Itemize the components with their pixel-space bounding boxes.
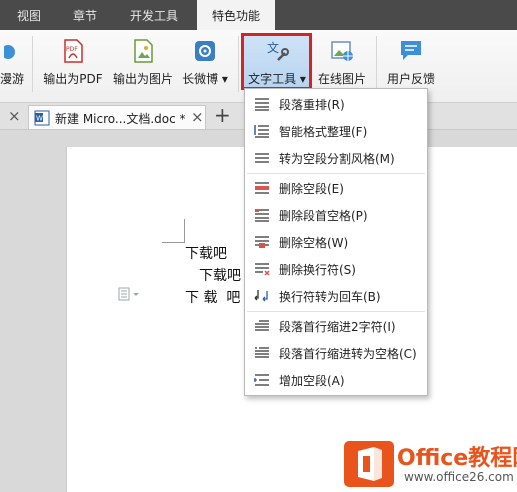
watermark-url: www.office26.com: [404, 470, 514, 484]
split-style-icon: [255, 153, 269, 163]
document-line: 下载吧: [185, 246, 227, 262]
office-logo-icon: [344, 441, 394, 487]
tab-view[interactable]: 视图: [6, 0, 52, 30]
menu-item-add-empty-paragraph[interactable]: 增加空段(A): [245, 367, 427, 393]
ribbon-divider: [32, 36, 33, 92]
office-logo-glyph-icon: [358, 447, 382, 481]
document-tab[interactable]: W 新建 Micro...文档.doc * ×: [28, 105, 206, 129]
long-weibo-button[interactable]: 长微博 ▾: [178, 34, 232, 94]
menu-item-indent-to-spaces[interactable]: 段落首行缩进转为空格(C): [245, 340, 427, 366]
menu-item-delete-leading-spaces[interactable]: 删除段首空格(P): [245, 202, 427, 228]
menu-item-label: 增加空段(A): [279, 374, 345, 388]
document-tab-title: 新建 Micro...文档.doc *: [55, 112, 186, 126]
feedback-icon: [401, 41, 421, 60]
new-tab-button[interactable]: +: [214, 103, 231, 127]
menu-item-label: 段落重排(R): [279, 98, 345, 112]
smart-format-icon: [254, 125, 269, 138]
online-image-icon: [331, 41, 353, 61]
document-line: 下载吧: [199, 268, 241, 284]
delete-space-icon: [255, 236, 269, 248]
ribbon-divider: [238, 36, 239, 92]
menu-item-empty-paragraph-style[interactable]: 转为空段分割风格(M): [245, 145, 427, 171]
menu-item-paragraph-rearrange[interactable]: 段落重排(R): [245, 91, 427, 117]
menu-separator: [247, 311, 425, 312]
menu-item-label: 段落首行缩进2字符(I): [279, 320, 396, 334]
menu-item-delete-spaces[interactable]: 删除空格(W): [245, 229, 427, 255]
roaming-button[interactable]: 漫游: [0, 34, 26, 94]
svg-text:PDF: PDF: [66, 46, 78, 53]
tab-special-features[interactable]: 特色功能: [197, 0, 275, 30]
menu-item-label: 删除空格(W): [279, 236, 349, 250]
online-image-label: 在线图片: [317, 72, 366, 86]
export-image-button[interactable]: 输出为图片: [110, 34, 176, 94]
close-tab-button[interactable]: ×: [8, 107, 21, 125]
linebreak-to-return-icon: [254, 290, 268, 302]
menu-item-smart-format[interactable]: 智能格式整理(F): [245, 118, 427, 144]
delete-line-break-icon: [255, 263, 270, 276]
menu-item-first-line-indent[interactable]: 段落首行缩进2字符(I): [245, 313, 427, 339]
user-feedback-button[interactable]: 用户反馈: [380, 34, 442, 94]
tab-developer-tools[interactable]: 开发工具: [118, 0, 190, 30]
margin-corner-marker: [162, 242, 185, 243]
paragraph-handle-icon[interactable]: [118, 287, 144, 301]
svg-text:W: W: [36, 115, 43, 123]
ribbon-divider: [376, 36, 377, 92]
menu-item-label: 转为空段分割风格(M): [279, 152, 395, 166]
highlight-annotation-box: [241, 33, 312, 90]
paragraph-rearrange-icon: [255, 98, 269, 111]
menu-item-label: 智能格式整理(F): [279, 125, 368, 139]
word-document-icon: W: [34, 110, 50, 126]
margin-corner-marker: [184, 219, 185, 243]
delete-empty-paragraph-icon: [255, 182, 269, 194]
document-line: 下 载 吧: [185, 290, 241, 306]
menu-item-label: 删除空段(E): [279, 182, 344, 196]
weibo-icon: [195, 41, 215, 61]
roaming-label: 漫游: [0, 72, 25, 86]
menu-item-linebreak-to-return[interactable]: 换行符转为回车(B): [245, 283, 427, 309]
user-feedback-label: 用户反馈: [386, 72, 435, 86]
pdf-icon: PDF: [64, 39, 83, 63]
menu-tab-bar: 视图 章节 开发工具 特色功能: [0, 0, 517, 30]
export-pdf-button[interactable]: PDF 输出为PDF: [40, 34, 106, 94]
image-export-icon: [134, 39, 153, 63]
menu-item-label: 删除换行符(S): [279, 263, 356, 277]
first-line-indent-icon: [255, 320, 269, 331]
text-tools-dropdown-menu: 段落重排(R) 智能格式整理(F) 转为空段分割风格(M) 删除空段(E) 删除…: [244, 88, 428, 396]
delete-leading-space-icon: [255, 209, 269, 222]
menu-item-label: 段落首行缩进转为空格(C): [279, 347, 417, 361]
menu-item-label: 换行符转为回车(B): [279, 290, 381, 304]
menu-item-delete-line-breaks[interactable]: 删除换行符(S): [245, 256, 427, 282]
export-pdf-label: 输出为PDF: [43, 72, 103, 86]
menu-item-delete-empty-paragraph[interactable]: 删除空段(E): [245, 175, 427, 201]
long-weibo-label: 长微博 ▾: [182, 72, 228, 86]
export-image-label: 输出为图片: [112, 72, 173, 86]
menu-separator: [247, 173, 425, 174]
add-empty-paragraph-icon: [254, 374, 269, 386]
document-tab-close-icon[interactable]: ×: [191, 108, 204, 126]
tab-chapter[interactable]: 章节: [60, 0, 110, 30]
cloud-icon: [4, 45, 15, 59]
indent-to-space-icon: [255, 347, 269, 358]
online-image-button[interactable]: 在线图片: [312, 34, 372, 94]
watermark-brand: Office教程网: [397, 446, 517, 471]
menu-item-label: 删除段首空格(P): [279, 209, 368, 223]
